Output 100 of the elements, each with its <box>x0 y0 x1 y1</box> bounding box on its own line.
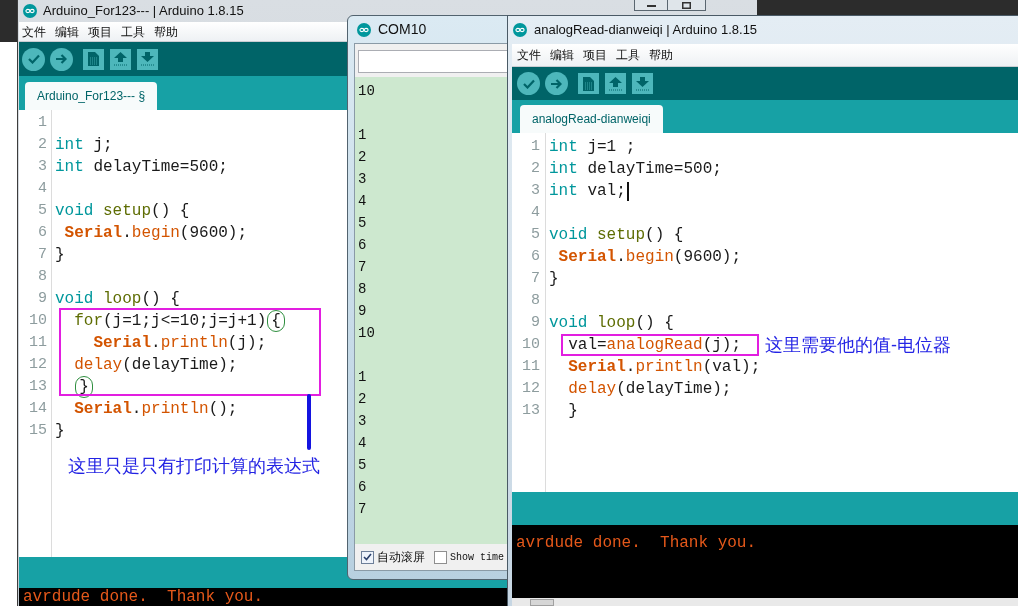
checkbox[interactable] <box>434 550 447 564</box>
code-line: delay(delayTime); <box>567 379 732 400</box>
line-number: 8 <box>37 267 47 287</box>
output-line: 2 <box>358 148 367 167</box>
save-button[interactable] <box>137 48 158 70</box>
menu-item[interactable]: 帮助 <box>154 23 178 40</box>
code-line: int delayTime=500; <box>55 157 228 178</box>
output-line: 9 <box>358 302 367 321</box>
window-title: COM10 <box>378 20 427 39</box>
code-line: for(j=1;j<=10;j=j+1) <box>73 311 267 332</box>
code-line: void loop() { <box>55 289 180 310</box>
checkbox-label: Show time <box>450 550 504 565</box>
output-line: 8 <box>358 280 367 299</box>
line-number: 7 <box>37 245 47 265</box>
check-icon <box>522 78 535 89</box>
open-button[interactable] <box>110 48 131 70</box>
checkbox[interactable] <box>361 550 374 564</box>
menu-item[interactable]: 编辑 <box>55 23 79 40</box>
code-line: Serial.println(val); <box>567 357 761 378</box>
upload-button[interactable] <box>50 47 73 71</box>
code-editor[interactable]: 1 2 3 4 5 6 7 8 9 10 11 12 13 int j=1 ; int delayTime=500; int val; void setup() { Serial.begin(9600); } void loop() { val=analogRead(j); 这里需要他的值-电位器 Serial.println(val); delay(delayTime); } <box>512 133 1018 492</box>
up-arrow-icon <box>114 52 127 66</box>
line-number: 4 <box>37 179 47 199</box>
arrow-right-icon <box>551 78 562 89</box>
code-line: } <box>55 245 65 266</box>
minimize-button[interactable] <box>634 0 668 11</box>
line-number: 5 <box>530 225 540 245</box>
infinity-logo-icon <box>23 4 37 18</box>
code-line: } <box>55 421 65 442</box>
open-button[interactable] <box>605 73 626 94</box>
minimize-icon <box>646 5 656 7</box>
new-button[interactable] <box>578 73 599 94</box>
code-line: Serial.begin(9600); <box>557 247 742 268</box>
code-line: int j; <box>55 135 113 156</box>
output-line: 5 <box>358 214 367 233</box>
output-line: 5 <box>358 456 367 475</box>
menu-item[interactable]: 编辑 <box>550 47 574 63</box>
code-line: void setup() { <box>55 201 190 222</box>
up-arrow-icon <box>609 76 622 91</box>
output-line: 6 <box>358 236 367 255</box>
upload-button[interactable] <box>545 72 568 95</box>
code-line: Serial.begin(9600); <box>63 223 248 244</box>
line-number: 12 <box>28 355 47 375</box>
output-line: 10 <box>358 324 375 343</box>
maximize-button[interactable] <box>668 0 706 11</box>
code-line: delay(delayTime); <box>73 355 238 376</box>
output-line: 1 <box>358 368 367 387</box>
menu-item[interactable]: 工具 <box>121 23 145 40</box>
window-title: analogRead-dianweiqi | Arduino 1.8.15 <box>534 21 758 40</box>
horizontal-scrollbar[interactable] <box>512 598 1018 606</box>
console-text: avrdude done. Thank you. <box>516 534 757 552</box>
window-title: Arduino_For123--- | Arduino 1.8.15 <box>43 2 244 21</box>
line-number: 10 <box>28 311 47 331</box>
line-number: 12 <box>521 379 540 399</box>
save-button[interactable] <box>632 73 653 94</box>
output-line: 2 <box>358 390 367 409</box>
line-number: 4 <box>530 203 540 223</box>
output-line: 6 <box>358 478 367 497</box>
document-icon <box>583 76 594 91</box>
line-number: 10 <box>521 335 540 355</box>
input-field[interactable] <box>358 50 508 73</box>
line-number: 9 <box>530 313 540 333</box>
document-icon <box>88 52 99 66</box>
infinity-logo-icon <box>357 22 371 37</box>
line-number: 2 <box>37 135 47 155</box>
menu-item[interactable]: 项目 <box>88 23 112 40</box>
menu-item[interactable]: 帮助 <box>649 47 673 63</box>
verify-button[interactable] <box>22 47 45 71</box>
line-number: 8 <box>530 291 540 311</box>
line-number: 7 <box>530 269 540 289</box>
new-button[interactable] <box>83 48 104 70</box>
scroll-thumb[interactable] <box>530 599 554 606</box>
line-number: 3 <box>37 157 47 177</box>
line-number: 13 <box>521 401 540 421</box>
annotation-note: 这里只是只有打印计算的表达式 <box>68 455 320 477</box>
annotation-note: 这里需要他的值-电位器 <box>765 334 952 356</box>
code-line: Serial.println(); <box>73 399 238 420</box>
check-icon <box>27 54 40 64</box>
output-line: 4 <box>358 434 367 453</box>
menu-item[interactable]: 文件 <box>517 47 541 63</box>
code-line: int val; <box>549 181 626 202</box>
output-line: 3 <box>358 412 367 431</box>
menu-item[interactable]: 工具 <box>616 47 640 63</box>
text-cursor <box>626 181 629 201</box>
line-number: 5 <box>37 201 47 221</box>
output-line: 4 <box>358 192 367 211</box>
code-line: void setup() { <box>549 225 684 246</box>
code-line: } <box>567 401 578 422</box>
editor-tab[interactable]: analogRead-dianweiqi <box>520 105 663 133</box>
line-number: 11 <box>521 357 540 377</box>
verify-button[interactable] <box>517 72 540 95</box>
code-line: val=analogRead(j); <box>567 335 742 356</box>
menu-item[interactable]: 文件 <box>22 23 46 40</box>
line-number: 1 <box>37 113 47 133</box>
editor-tab[interactable]: Arduino_For123--- § <box>25 82 158 110</box>
output-line: 7 <box>358 258 367 277</box>
checkbox-label: 自动滚屏 <box>377 549 425 566</box>
menu-item[interactable]: 项目 <box>583 47 607 63</box>
down-arrow-icon <box>636 76 649 91</box>
down-arrow-icon <box>141 52 154 66</box>
